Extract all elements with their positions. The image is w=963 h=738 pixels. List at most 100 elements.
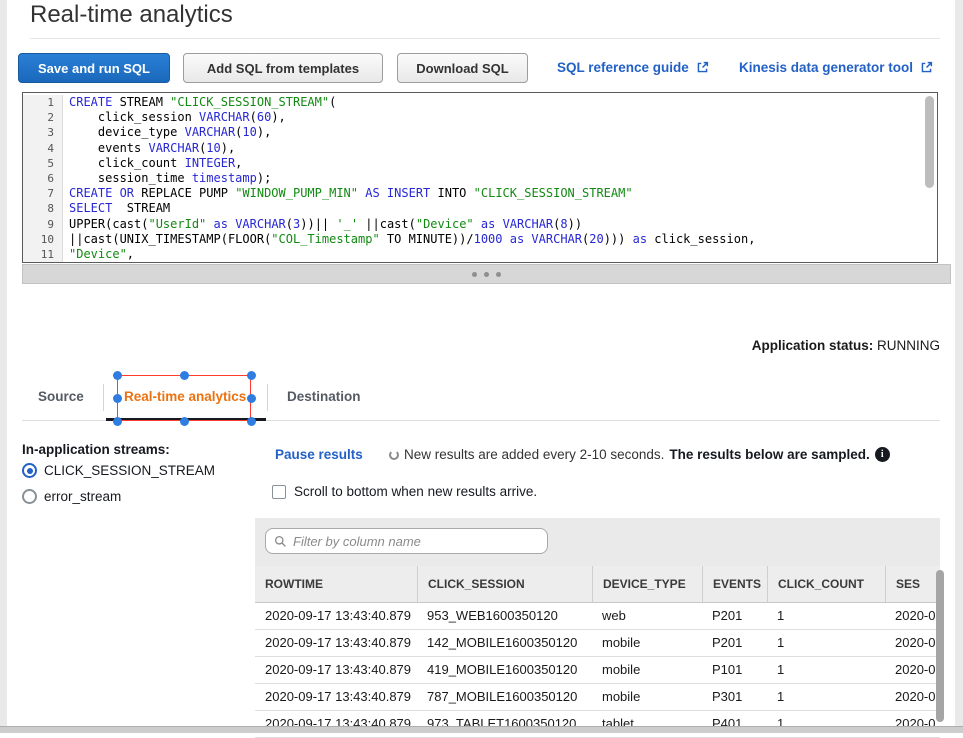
- stream-option-click-session[interactable]: CLICK_SESSION_STREAM: [22, 463, 215, 478]
- results-refresh-note: New results are added every 2-10 seconds…: [389, 447, 890, 462]
- sampled-note-text: The results below are sampled.: [669, 447, 869, 462]
- sql-editor[interactable]: 1CREATE STREAM "CLICK_SESSION_STREAM"(2 …: [22, 92, 938, 263]
- column-header[interactable]: CLICK_SESSION: [417, 566, 592, 602]
- line-number: 3: [23, 125, 63, 140]
- table-cell: 142_MOBILE1600350120: [417, 630, 592, 656]
- title-divider: [30, 38, 940, 39]
- info-icon[interactable]: i: [875, 447, 890, 462]
- tab-destination[interactable]: Destination: [287, 389, 361, 404]
- page-title: Real-time analytics: [30, 1, 233, 29]
- code-lines: 1CREATE STREAM "CLICK_SESSION_STREAM"(2 …: [23, 93, 937, 262]
- radio-unselected-icon[interactable]: [22, 489, 37, 504]
- table-cell: 1: [767, 630, 885, 656]
- table-row: 2020-09-17 13:43:40.879419_MOBILE1600350…: [255, 657, 940, 684]
- download-sql-button[interactable]: Download SQL: [397, 53, 528, 83]
- in-application-streams-label: In-application streams:: [22, 442, 170, 457]
- filter-by-column-input[interactable]: [293, 534, 539, 549]
- table-cell: 2020-0: [885, 603, 940, 629]
- table-cell: 2020-0: [885, 711, 940, 737]
- table-cell: tablet: [592, 711, 702, 737]
- table-cell: 2020-0: [885, 657, 940, 683]
- code-line: 6 session_time timestamp);: [23, 171, 937, 186]
- add-sql-templates-button[interactable]: Add SQL from templates: [183, 53, 383, 83]
- line-number: 9: [23, 217, 63, 232]
- table-cell: P201: [702, 630, 767, 656]
- line-number: 7: [23, 186, 63, 201]
- editor-resize-handle[interactable]: [22, 264, 951, 284]
- table-cell: 2020-09-17 13:43:40.879: [255, 657, 417, 683]
- annotation-handle-dot: [113, 371, 122, 380]
- save-and-run-sql-button[interactable]: Save and run SQL: [18, 53, 170, 83]
- table-row: 2020-09-17 13:43:40.879787_MOBILE1600350…: [255, 684, 940, 711]
- table-cell: P101: [702, 657, 767, 683]
- table-cell: P201: [702, 603, 767, 629]
- annotation-handle-dot: [180, 371, 189, 380]
- pause-results-link[interactable]: Pause results: [275, 447, 363, 462]
- stream-option-label: error_stream: [44, 489, 121, 504]
- sql-reference-guide-label: SQL reference guide: [557, 60, 689, 75]
- table-cell: 419_MOBILE1600350120: [417, 657, 592, 683]
- scroll-to-bottom-checkbox[interactable]: [272, 485, 286, 499]
- table-row: 2020-09-17 13:43:40.879973_TABLET1600350…: [255, 711, 940, 738]
- line-number: 10: [23, 232, 63, 247]
- code-line: 8SELECT STREAM: [23, 201, 937, 216]
- column-header[interactable]: ROWTIME: [255, 566, 417, 602]
- table-cell: 2020-0: [885, 684, 940, 710]
- application-status: Application status: RUNNING: [752, 338, 940, 353]
- external-link-icon: [920, 61, 933, 74]
- refresh-spinner-icon: [389, 450, 399, 460]
- table-scrollbar-thumb[interactable]: [936, 570, 944, 722]
- code-line: 1CREATE STREAM "CLICK_SESSION_STREAM"(: [23, 93, 937, 110]
- code-line: 11"Device",: [23, 247, 937, 262]
- editor-scrollbar-thumb[interactable]: [925, 96, 934, 188]
- line-number: 11: [23, 247, 63, 262]
- radio-selected-icon[interactable]: [22, 463, 37, 478]
- code-line: 10||cast(UNIX_TIMESTAMP(FLOOR("COL_Times…: [23, 232, 937, 247]
- column-header[interactable]: CLICK_COUNT: [767, 566, 885, 602]
- tab-separator: [103, 384, 104, 411]
- annotation-handle-dot: [113, 394, 122, 403]
- drag-dot-icon: [472, 272, 477, 277]
- table-cell: 1: [767, 657, 885, 683]
- table-cell: 1: [767, 711, 885, 737]
- line-number: 4: [23, 141, 63, 156]
- annotation-handle-dot: [247, 417, 256, 426]
- code-line: 9UPPER(cast("UserId" as VARCHAR(3))|| '_…: [23, 217, 937, 232]
- drag-dot-icon: [496, 272, 501, 277]
- annotation-handle-dot: [247, 394, 256, 403]
- scroll-to-bottom-option[interactable]: Scroll to bottom when new results arrive…: [272, 484, 537, 499]
- tab-source[interactable]: Source: [38, 389, 84, 404]
- table-cell: 2020-09-17 13:43:40.879: [255, 630, 417, 656]
- stream-option-label: CLICK_SESSION_STREAM: [44, 463, 215, 478]
- table-cell: 1: [767, 603, 885, 629]
- tab-separator: [267, 384, 268, 411]
- application-status-label: Application status:: [752, 338, 874, 353]
- column-header[interactable]: EVENTS: [702, 566, 767, 602]
- search-icon: [274, 535, 287, 548]
- filter-box: [265, 528, 548, 554]
- table-cell: 2020-09-17 13:43:40.879: [255, 603, 417, 629]
- code-line: 5 click_count INTEGER,: [23, 156, 937, 171]
- drag-dot-icon: [484, 272, 489, 277]
- table-cell: 2020-09-17 13:43:40.879: [255, 684, 417, 710]
- stream-option-error-stream[interactable]: error_stream: [22, 489, 121, 504]
- table-cell: web: [592, 603, 702, 629]
- column-header[interactable]: SES: [885, 566, 940, 602]
- table-row: 2020-09-17 13:43:40.879953_WEB1600350120…: [255, 603, 940, 630]
- annotation-handle-dot: [247, 371, 256, 380]
- results-table: ROWTIMECLICK_SESSIONDEVICE_TYPEEVENTSCLI…: [255, 566, 940, 738]
- table-cell: 1: [767, 684, 885, 710]
- table-cell: P401: [702, 711, 767, 737]
- kinesis-data-generator-link[interactable]: Kinesis data generator tool: [739, 60, 933, 75]
- table-cell: 2020-09-17 13:43:40.879: [255, 711, 417, 737]
- scroll-to-bottom-label: Scroll to bottom when new results arrive…: [294, 484, 537, 499]
- annotation-handle-dot: [113, 417, 122, 426]
- kinesis-data-generator-label: Kinesis data generator tool: [739, 60, 913, 75]
- table-row: 2020-09-17 13:43:40.879142_MOBILE1600350…: [255, 630, 940, 657]
- table-cell: 953_WEB1600350120: [417, 603, 592, 629]
- sql-reference-guide-link[interactable]: SQL reference guide: [557, 60, 709, 75]
- column-header[interactable]: DEVICE_TYPE: [592, 566, 702, 602]
- page-border-right: [955, 0, 963, 733]
- table-cell: mobile: [592, 657, 702, 683]
- annotation-selection-rect: [117, 375, 251, 421]
